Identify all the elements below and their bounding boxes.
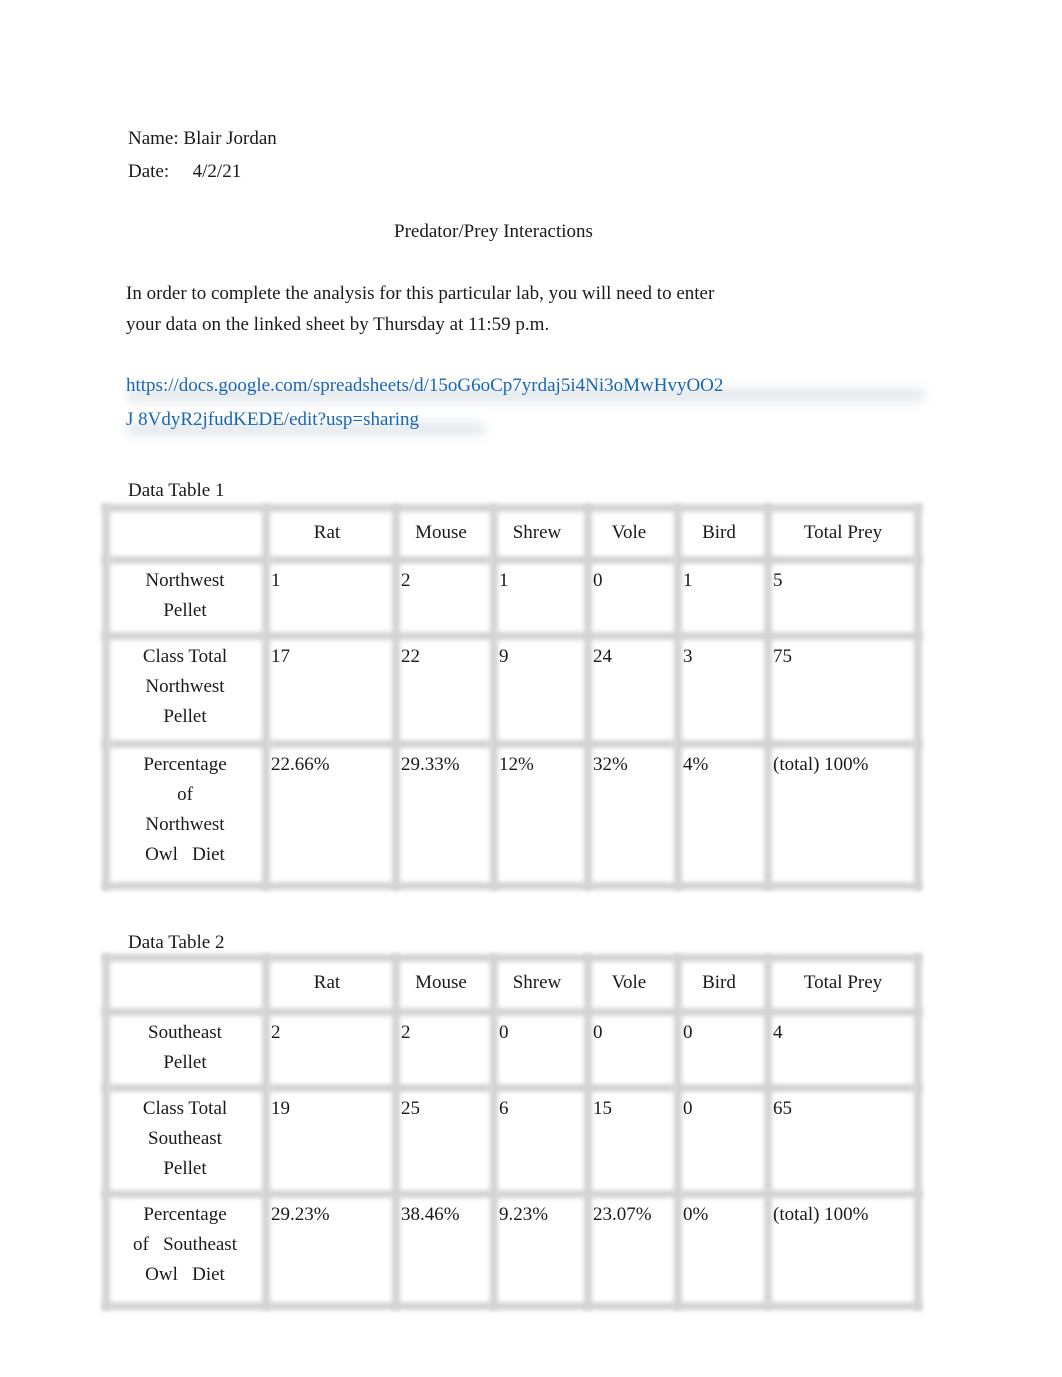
row-header: Percentage of Southeast Owl Diet (133, 1204, 237, 1285)
table-cell: 4% (683, 754, 709, 775)
row-header: Percentage of Northwest Owl Diet (143, 754, 227, 865)
table-cell: 29.23% (271, 1204, 330, 1225)
table-cell: 29.33% (401, 754, 460, 775)
table-column-border (392, 954, 400, 1310)
table-column-border (262, 504, 270, 890)
table-row-border (102, 556, 922, 564)
row-header: Class Total Northwest Pellet (142, 646, 228, 727)
table-cell: 2 (401, 1022, 411, 1043)
table-column-border (102, 954, 110, 1310)
table-cell: 0 (683, 1098, 693, 1119)
column-header: Total Prey (803, 972, 883, 993)
table-1-caption: Data Table 1 (128, 480, 225, 501)
table-cell: 75 (773, 646, 792, 667)
table-cell: 17 (271, 646, 290, 667)
column-header: Vole (611, 522, 647, 543)
table-column-border (584, 954, 592, 1310)
table-column-border (490, 504, 498, 890)
table-column-border (584, 504, 592, 890)
row-header: Southeast Pellet (148, 1022, 222, 1073)
table-cell: 0 (593, 1022, 603, 1043)
table-cell: 9.23% (499, 1204, 549, 1225)
table-row-border (102, 1190, 922, 1198)
date-label: Date: (128, 161, 170, 182)
table-cell: 22 (401, 646, 420, 667)
column-header: Vole (611, 972, 647, 993)
column-header: Mouse (415, 972, 467, 993)
name-value: Blair Jordan (183, 128, 277, 149)
table-column-border (914, 954, 922, 1310)
table-cell: 15 (593, 1098, 612, 1119)
table-row-border (102, 882, 922, 890)
table-cell: 24 (593, 646, 612, 667)
table-column-border (764, 954, 772, 1310)
column-header: Shrew (512, 522, 562, 543)
table-cell: 0 (499, 1022, 509, 1043)
column-header: Rat (313, 972, 341, 993)
table-cell: 0 (683, 1022, 693, 1043)
table-cell: 0 (593, 570, 603, 591)
spreadsheet-link-line-1[interactable]: https://docs.google.com/spreadsheets/d/1… (126, 375, 723, 397)
document-title: Predator/Prey Interactions (394, 221, 593, 242)
instructions-line-1: In order to complete the analysis for th… (126, 283, 715, 304)
column-header: Bird (702, 972, 736, 993)
date-value: 4/2/21 (192, 161, 242, 182)
table-row-border (102, 504, 922, 512)
table-cell: 1 (271, 570, 281, 591)
table-cell: 23.07% (593, 1204, 652, 1225)
table-cell: 22.66% (271, 754, 330, 775)
table-column-border (262, 954, 270, 1310)
column-header: Rat (313, 522, 341, 543)
table-cell: 65 (773, 1098, 792, 1119)
table-row-border (102, 740, 922, 748)
instructions-line-2: your data on the linked sheet by Thursda… (126, 314, 550, 335)
data-table-2: Rat Mouse Shrew Vole Bird Total Prey Southeast… (102, 954, 922, 1310)
table-column-border (102, 504, 110, 890)
table-cell: 12% (499, 754, 534, 775)
table-cell: 25 (401, 1098, 420, 1119)
table-row-border (102, 1302, 922, 1310)
table-row-border (102, 632, 922, 640)
table-cell: 38.46% (401, 1204, 460, 1225)
row-header: Northwest Pellet (145, 570, 225, 621)
spreadsheet-link-line-2[interactable]: J 8VdyR2jfudKEDE/edit?usp=sharing (126, 409, 419, 431)
table-cell: 0% (683, 1204, 709, 1225)
table-cell: 9 (499, 646, 509, 667)
table-cell: 4 (773, 1022, 783, 1043)
table-row-border (102, 1008, 922, 1016)
column-header: Shrew (512, 972, 562, 993)
table-row-border (102, 954, 922, 962)
table-cell: 2 (401, 570, 411, 591)
table-cell: 5 (773, 570, 783, 591)
name-label: Name: (128, 128, 179, 149)
table-cell: 19 (271, 1098, 290, 1119)
column-header: Mouse (415, 522, 467, 543)
table-column-border (914, 504, 922, 890)
table-cell: 3 (683, 646, 693, 667)
column-header: Total Prey (803, 522, 883, 543)
date-line: Date: 4/2/21 (128, 161, 241, 183)
column-header: Bird (702, 522, 736, 543)
row-header: Class Total Southeast Pellet (142, 1098, 228, 1179)
table-cell: 32% (593, 754, 628, 775)
table-column-border (490, 954, 498, 1310)
data-table-1: Rat Mouse Shrew Vole Bird Total Prey Northwest… (102, 504, 922, 890)
table-cell: (total) 100% (773, 754, 869, 775)
table-column-border (764, 504, 772, 890)
table-2-caption: Data Table 2 (128, 932, 225, 953)
table-cell: 6 (499, 1098, 509, 1119)
table-cell: 1 (683, 570, 693, 591)
table-column-border (674, 954, 682, 1310)
table-cell: 1 (499, 570, 509, 591)
name-line: Name: Blair Jordan (128, 128, 277, 150)
table-row-border (102, 1084, 922, 1092)
table-cell: 2 (271, 1022, 281, 1043)
table-cell: (total) 100% (773, 1204, 869, 1225)
table-column-border (674, 504, 682, 890)
table-column-border (392, 504, 400, 890)
